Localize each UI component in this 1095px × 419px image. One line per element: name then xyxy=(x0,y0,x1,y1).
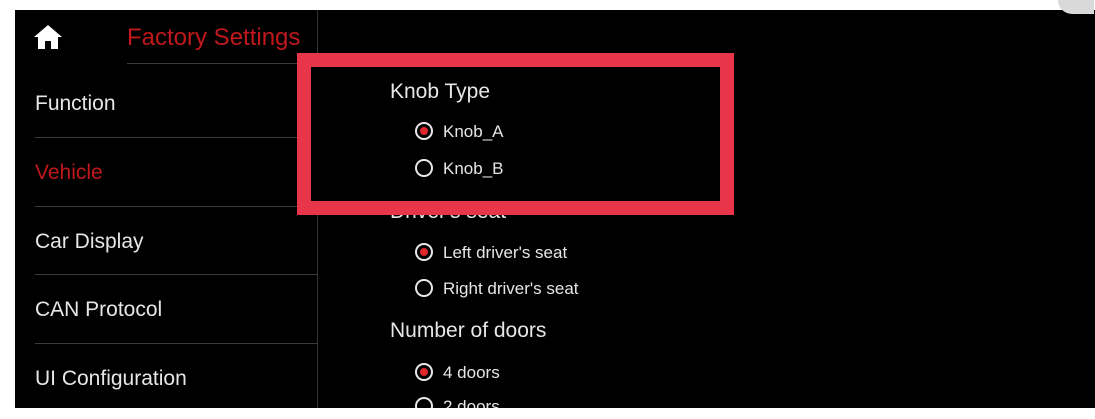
radio-unchecked-icon xyxy=(415,159,433,177)
option-label: Right driver's seat xyxy=(443,279,579,298)
sidebar-item-label: Car Display xyxy=(35,230,144,253)
option-label: Knob_B xyxy=(443,159,504,178)
home-icon[interactable] xyxy=(33,24,63,50)
sidebar-item-function[interactable]: Function xyxy=(15,69,315,137)
radio-checked-icon xyxy=(415,363,433,381)
option-label: 2 doors xyxy=(443,397,500,408)
sidebar-item-car-display[interactable]: Car Display xyxy=(15,207,315,275)
page-title: Factory Settings xyxy=(127,24,301,51)
sidebar-item-label: Vehicle xyxy=(35,161,103,184)
sidebar-item-label: UI Configuration xyxy=(35,367,187,390)
radio-checked-icon xyxy=(415,122,433,140)
sidebar-item-vehicle[interactable]: Vehicle xyxy=(15,138,315,206)
section-title-number-of-doors: Number of doors xyxy=(390,319,547,342)
radio-checked-icon xyxy=(415,243,433,261)
option-label: Knob_A xyxy=(443,122,504,141)
highlight-annotation-box: Knob Type Knob_A Knob_B xyxy=(297,53,734,215)
sidebar-item-ui-configuration[interactable]: UI Configuration xyxy=(15,344,315,408)
settings-screen: Factory Settings Function Vehicle Car Di… xyxy=(15,10,1095,408)
sidebar-item-label: CAN Protocol xyxy=(35,298,163,321)
sidebar-item-can-protocol[interactable]: CAN Protocol xyxy=(15,275,315,343)
option-label: Left driver's seat xyxy=(443,243,568,262)
title-divider xyxy=(127,63,302,64)
section-title-knob-type: Knob Type xyxy=(390,80,491,103)
radio-unchecked-icon xyxy=(415,397,433,408)
radio-unchecked-icon xyxy=(415,279,433,297)
option-label: 4 doors xyxy=(443,363,500,382)
sidebar-item-label: Function xyxy=(35,92,116,115)
bottom-bar xyxy=(0,408,1095,419)
